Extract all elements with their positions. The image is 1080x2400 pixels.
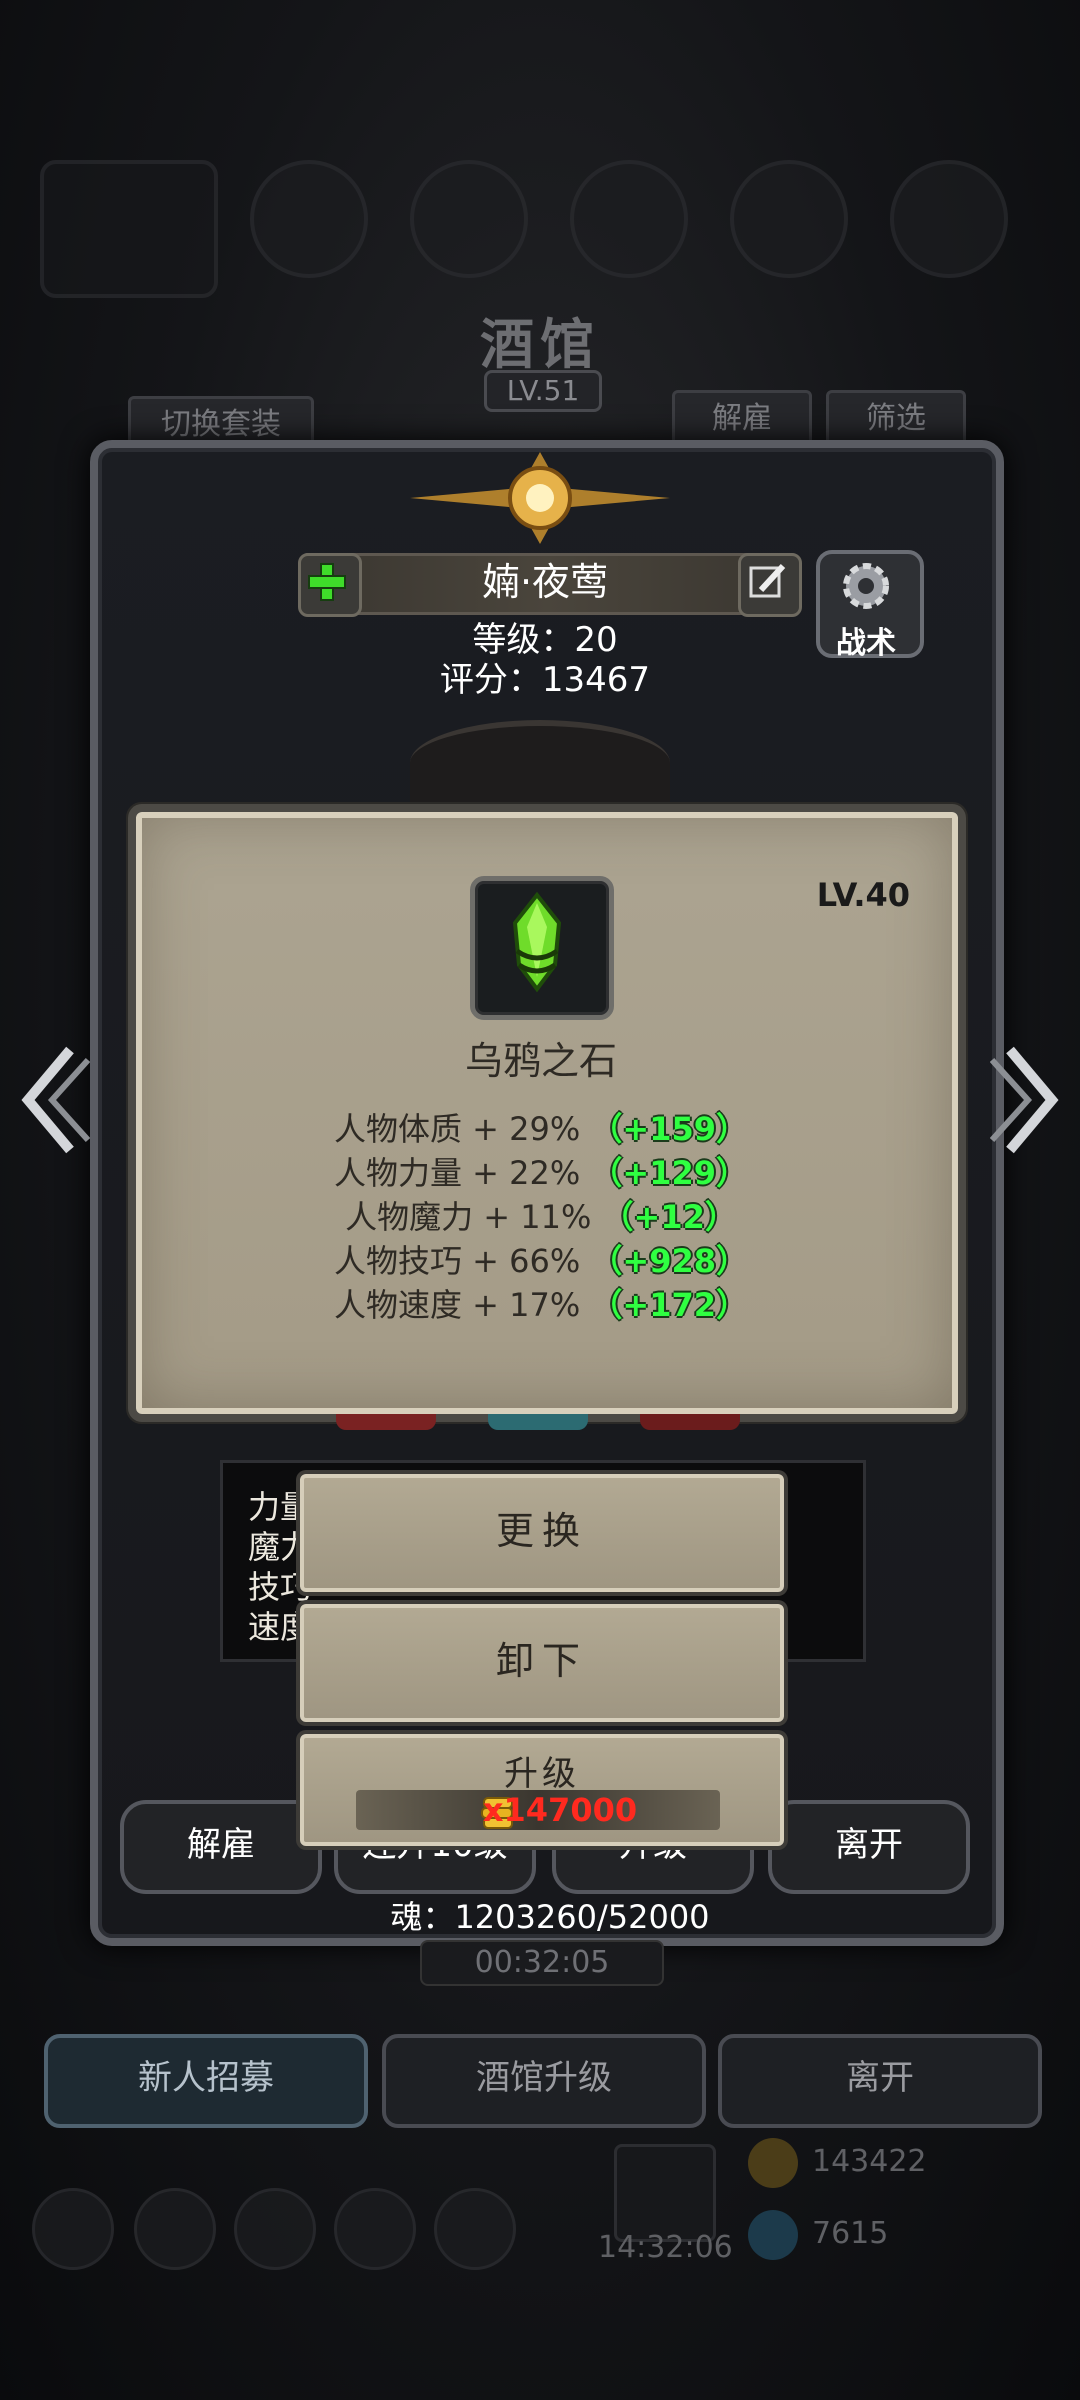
item-icon-frame [470,876,614,1020]
tavern-title: 酒馆 [480,312,600,376]
soul-counter: 魂：1203260/52000 [390,1898,710,1936]
tavern-icon[interactable] [250,160,368,278]
hero-portrait-slot[interactable] [40,160,218,298]
tavern-level: LV.51 [484,370,602,412]
rename-button[interactable] [738,553,802,617]
plus-icon [308,563,346,601]
gift-icon[interactable] [614,2144,716,2242]
add-button[interactable] [298,553,362,617]
item-name: 乌鸦之石 [464,1039,617,1083]
quest-icon[interactable] [134,2188,216,2270]
tactics-label: 战术 [836,626,896,661]
gold-amount: 143422 [812,2144,927,2179]
equip-slot[interactable] [336,1414,436,1430]
replace-button[interactable]: 更换 [300,1474,784,1592]
attribute-text: 人物魔力 + 11% [345,1198,592,1236]
gold-coin-icon [748,2138,798,2188]
equip-slot[interactable] [488,1414,588,1430]
bag-icon[interactable] [410,160,528,278]
pencil-icon [749,563,786,598]
clock: 14:32:06 [598,2230,733,2265]
hero-name: 婻·夜莺 [481,560,609,604]
item-attribute: 人物速度 + 17% （+172） [136,1280,946,1326]
skill-icon[interactable] [730,160,848,278]
tavern-leave-button[interactable]: 离开 [718,2034,1042,2128]
scroll-icon[interactable] [570,160,688,278]
attribute-bonus: （+159） [590,1110,749,1148]
item-attribute: 人物魔力 + 11% （+12） [136,1192,946,1238]
hero-portrait [410,720,670,806]
dismiss-hero-button[interactable]: 解雇 [120,1800,322,1894]
item-attribute: 人物体质 + 29% （+159） [136,1104,946,1150]
hero-score: 评分：13467 [439,660,651,700]
mail-icon[interactable] [334,2188,416,2270]
unequip-button[interactable]: 卸下 [300,1604,784,1722]
gem-icon [748,2210,798,2260]
attribute-text: 人物力量 + 22% [333,1154,581,1192]
book-icon[interactable] [234,2188,316,2270]
attribute-text: 人物体质 + 29% [333,1110,581,1148]
gear-icon [843,563,889,609]
attribute-bonus: （+12） [601,1198,737,1236]
attribute-text: 人物速度 + 17% [333,1286,581,1324]
crow-stone-icon [512,891,562,993]
hero-leave-button[interactable]: 离开 [768,1800,970,1894]
panel-emblem-icon [410,452,670,544]
menu-icon[interactable] [32,2188,114,2270]
upgrade-label: 升级 [504,1754,580,1794]
shop-icon[interactable] [890,160,1008,278]
equip-slot[interactable] [640,1414,740,1430]
previous-arrow-icon[interactable] [14,1040,90,1160]
attribute-bonus: （+928） [590,1242,749,1280]
upgrade-cost: x147000 [482,1791,638,1829]
item-attribute: 人物技巧 + 66% （+928） [136,1236,946,1282]
gem-amount: 7615 [812,2216,889,2251]
attribute-text: 人物技巧 + 66% [333,1242,581,1280]
recruit-button[interactable]: 新人招募 [44,2034,368,2128]
attribute-bonus: （+172） [590,1286,749,1324]
item-attribute: 人物力量 + 22% （+129） [136,1148,946,1194]
attribute-bonus: （+129） [590,1154,749,1192]
item-level: LV.40 [816,876,910,914]
chat-icon[interactable] [434,2188,516,2270]
refresh-timer: 00:32:05 [420,1940,664,1986]
tavern-upgrade-button[interactable]: 酒馆升级 [382,2034,706,2128]
next-arrow-icon[interactable] [990,1040,1066,1160]
